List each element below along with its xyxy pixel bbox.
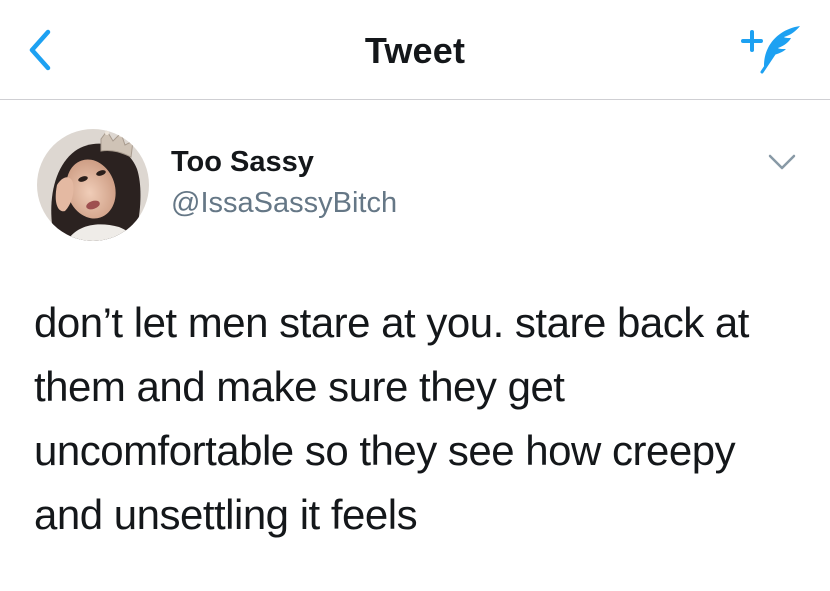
chevron-down-icon [768, 154, 796, 170]
author-name[interactable]: Too Sassy [171, 146, 314, 179]
compose-tweet-icon [741, 26, 800, 74]
author-avatar[interactable] [37, 129, 149, 241]
page-title: Tweet [364, 30, 466, 71]
tweet-text: don’t let men stare at you. stare back a… [34, 299, 749, 538]
compose-tweet-button[interactable] [738, 20, 808, 76]
tweet-options-button[interactable] [767, 151, 797, 173]
top-nav-bar: Tweet [0, 0, 830, 100]
author-handle[interactable]: @IssaSassyBitch [171, 187, 397, 220]
profile-photo [37, 129, 149, 241]
